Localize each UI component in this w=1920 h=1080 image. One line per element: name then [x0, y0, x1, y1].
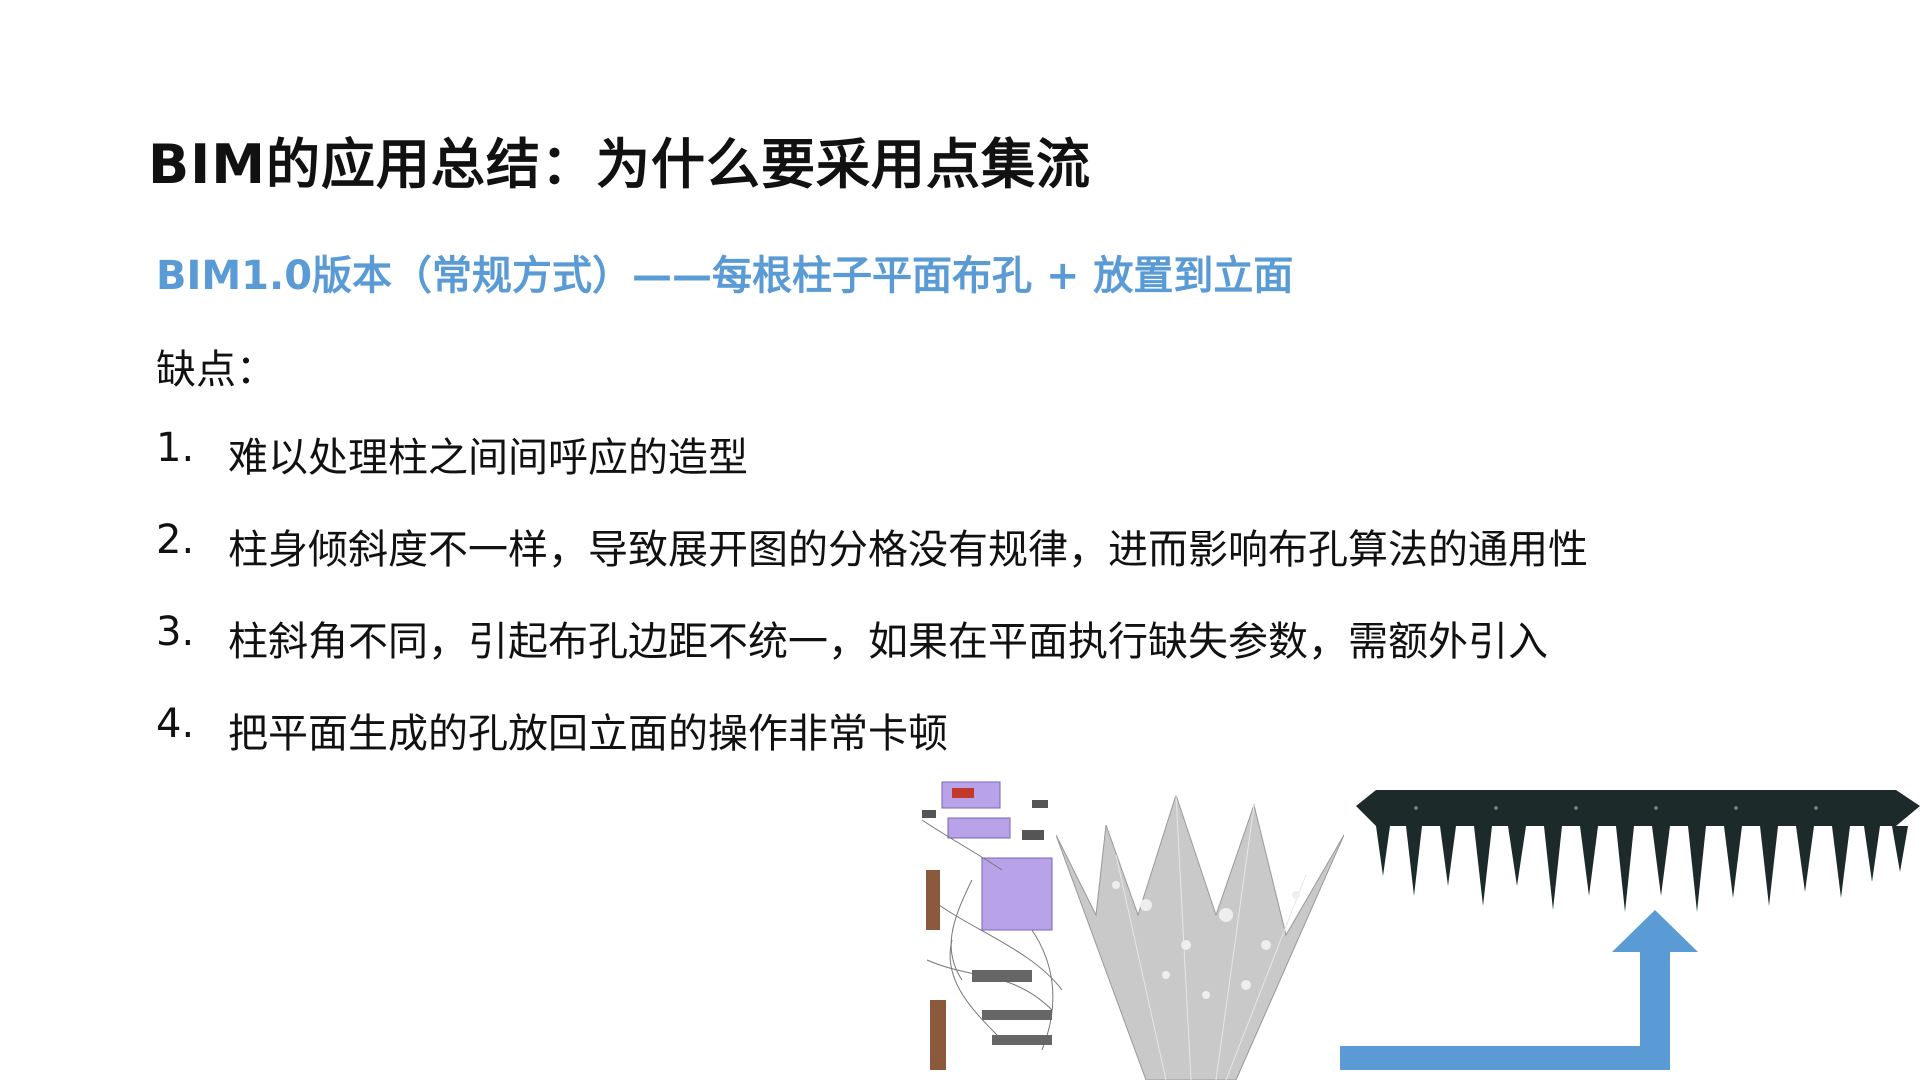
list-item-number: 1. — [156, 425, 195, 471]
disadvantages-label: 缺点： — [156, 347, 276, 393]
slide: BIM的应用总结：为什么要采用点集流 BIM1.0版本（常规方式）——每根柱子平… — [0, 0, 1920, 1080]
list-item-text: 难以处理柱之间间呼应的造型 — [228, 435, 748, 481]
list-item-number: 3. — [156, 609, 195, 655]
slide-subtitle: BIM1.0版本（常规方式）——每根柱子平面布孔 + 放置到立面 — [156, 253, 1294, 299]
disadvantages-list: 1. 难以处理柱之间间呼应的造型 2. 柱身倾斜度不一样，导致展开图的分格没有规… — [156, 425, 1588, 793]
list-item: 4. 把平面生成的孔放回立面的操作非常卡顿 — [156, 701, 1588, 793]
up-arrow-icon — [1340, 910, 1698, 1070]
list-item-text: 柱斜角不同，引起布孔边距不统一，如果在平面执行缺失参数，需额外引入 — [228, 619, 1548, 665]
unfolded-panels-image — [1056, 795, 1344, 1080]
slide-title: BIM的应用总结：为什么要采用点集流 — [148, 133, 1091, 196]
list-item: 1. 难以处理柱之间间呼应的造型 — [156, 425, 1588, 517]
facade-columns-image — [1356, 790, 1920, 912]
list-item-text: 柱身倾斜度不一样，导致展开图的分格没有规律，进而影响布孔算法的通用性 — [228, 527, 1588, 573]
list-item-number: 2. — [156, 517, 195, 563]
list-item-number: 4. — [156, 701, 195, 747]
node-graph-image — [912, 780, 1080, 1080]
list-item: 3. 柱斜角不同，引起布孔边距不统一，如果在平面执行缺失参数，需额外引入 — [156, 609, 1588, 701]
list-item: 2. 柱身倾斜度不一样，导致展开图的分格没有规律，进而影响布孔算法的通用性 — [156, 517, 1588, 609]
list-item-text: 把平面生成的孔放回立面的操作非常卡顿 — [228, 711, 948, 757]
